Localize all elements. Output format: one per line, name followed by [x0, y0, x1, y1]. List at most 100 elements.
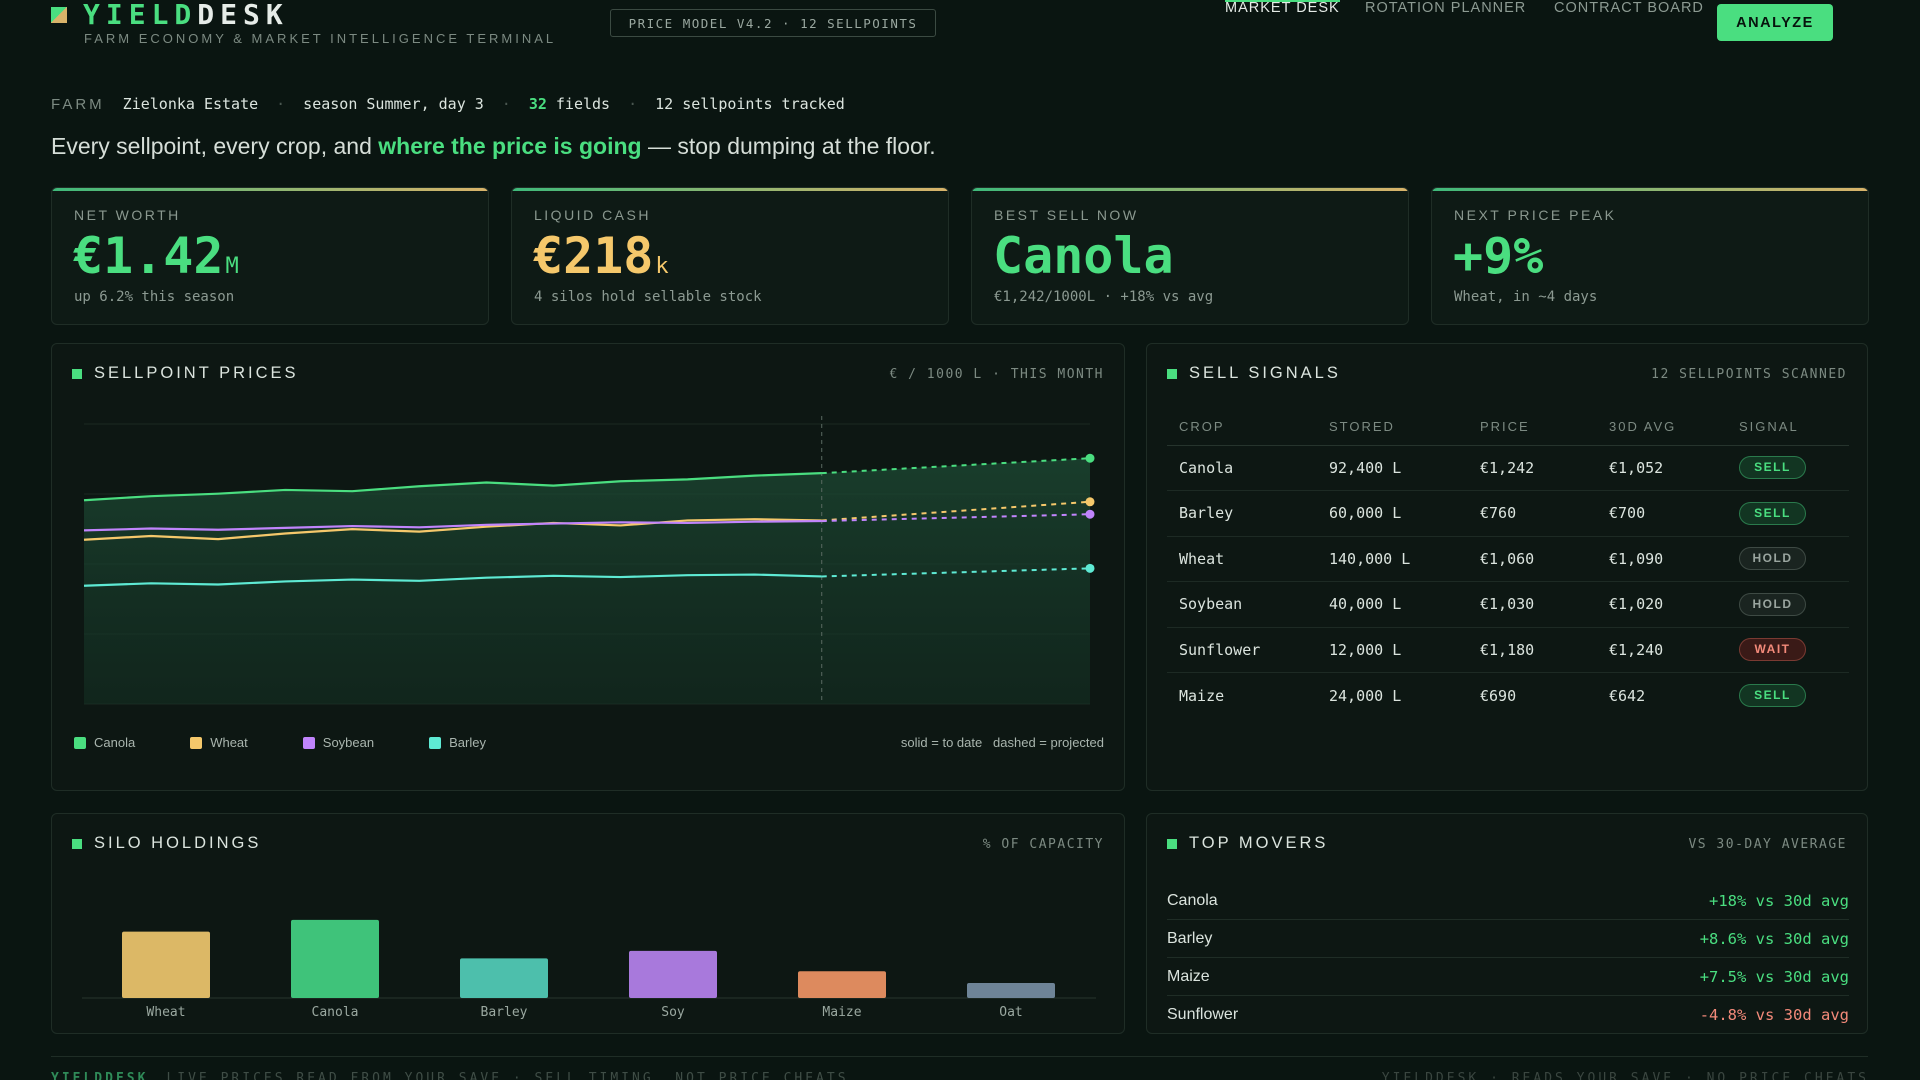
- cell-avg: €700: [1597, 490, 1727, 537]
- table-row[interactable]: Canola 92,400 L €1,242 €1,052 SELL: [1167, 445, 1849, 491]
- cell-price: €1,242: [1468, 445, 1597, 491]
- silo-bar-label: Oat: [999, 1005, 1022, 1020]
- nav-contract-board[interactable]: CONTRACT BOARD: [1554, 0, 1704, 16]
- panel-meta: € / 1000 L · THIS MONTH: [889, 367, 1104, 382]
- legend-item-barley[interactable]: Barley: [429, 735, 486, 750]
- stat-value: €218k: [533, 226, 669, 297]
- list-item[interactable]: Barley +8.6% vs 30d avg: [1167, 920, 1849, 958]
- col-header-avg[interactable]: 30D AVG: [1597, 409, 1727, 446]
- projected-point-soybean: [1085, 509, 1095, 519]
- silo-holdings-panel: Wheat Canola Barley Soy Maize Oat SILO HOLDIN…: [51, 813, 1125, 1034]
- table-row[interactable]: Maize 24,000 L €690 €642 SELL: [1167, 673, 1849, 719]
- price-line-chart[interactable]: [52, 344, 1126, 792]
- panel-title: SILO HOLDINGS: [72, 834, 261, 853]
- panel-marker-icon: [72, 368, 82, 379]
- cell-signal: SELL: [1727, 673, 1849, 719]
- cell-crop: Canola: [1167, 445, 1317, 491]
- stat-card-next-peak: NEXT PRICE PEAK +9% Wheat, in ~4 days: [1431, 187, 1869, 325]
- cell-avg: €1,240: [1597, 627, 1727, 673]
- projected-point-barley: [1085, 563, 1095, 573]
- legend-item-wheat[interactable]: Wheat: [190, 735, 248, 750]
- cell-price: €760: [1468, 490, 1597, 537]
- mover-change: +18% vs 30d avg: [1709, 891, 1849, 910]
- legend-swatch: [302, 736, 315, 749]
- farm-name: Zielonka Estate: [122, 95, 259, 113]
- cell-crop: Soybean: [1167, 581, 1317, 628]
- cell-avg: €642: [1609, 686, 1646, 705]
- farm-label: FARM: [51, 95, 105, 113]
- table-row[interactable]: Soybean 40,000 L €1,030 €1,020 HOLD: [1167, 581, 1849, 628]
- footer-brand: YIELDDESK: [51, 1071, 149, 1080]
- signal-badge-hold: HOLD: [1739, 547, 1806, 571]
- stat-sub: €1,242/1000L · +18% vs avg: [994, 289, 1214, 305]
- nav-market-desk[interactable]: MARKET DESK: [1225, 0, 1340, 16]
- silo-bar-barley: [460, 958, 548, 998]
- stat-value: +9%: [1453, 226, 1543, 286]
- separator-dot: ·: [276, 95, 286, 113]
- silo-bar-label: Barley: [481, 1005, 528, 1020]
- silo-bar-label: Wheat: [146, 1005, 185, 1020]
- col-header-price[interactable]: PRICE: [1468, 409, 1597, 446]
- table-row[interactable]: Barley 60,000 L €760 €700 SELL: [1167, 490, 1849, 537]
- cell-avg: €1,090: [1597, 536, 1727, 582]
- cell-avg: €1,020: [1597, 581, 1727, 628]
- panel-marker-icon: [1167, 368, 1177, 379]
- cell-signal: SELL: [1727, 490, 1849, 537]
- legend-note: solid = to date dashed = projected: [900, 735, 1104, 750]
- stat-label: BEST SELL NOW: [994, 207, 1139, 223]
- table-header-row: CROP STORED PRICE 30D AVG SIGNAL: [1167, 409, 1849, 446]
- silo-bar-label: Maize: [822, 1005, 861, 1020]
- footer-text: LIVE PRICES READ FROM YOUR SAVE · SELL T…: [166, 1071, 849, 1080]
- col-header-signal[interactable]: SIGNAL: [1727, 409, 1849, 446]
- cell-price: €1,030: [1468, 581, 1597, 628]
- tagline-pre: Every sellpoint, every crop, and: [51, 133, 379, 159]
- table-row[interactable]: Sunflower 12,000 L €1,180 €1,240 WAIT: [1167, 627, 1849, 673]
- cell-stored: 140,000 L: [1317, 536, 1468, 582]
- col-header-crop[interactable]: CROP: [1167, 409, 1317, 446]
- stat-card-net-worth: NET WORTH €1.42M up 6.2% this season: [51, 187, 489, 325]
- mover-name: Barley: [1167, 929, 1213, 947]
- stat-label: NET WORTH: [74, 207, 181, 223]
- col-header-stored[interactable]: STORED: [1317, 409, 1468, 446]
- stat-value: Canola: [993, 226, 1174, 286]
- silo-bar-soy: [629, 950, 717, 998]
- legend-swatch: [74, 736, 86, 749]
- table-row[interactable]: Wheat 140,000 L €1,060 €1,090 HOLD: [1167, 536, 1849, 582]
- cell-price: €1,060: [1468, 536, 1597, 582]
- tagline: Every sellpoint, every crop, and where t…: [51, 133, 936, 160]
- footer-right: YIELDDESK · READS YOUR SAVE · NO PRICE C…: [1381, 1071, 1869, 1080]
- nav-rotation-planner[interactable]: ROTATION PLANNER: [1365, 0, 1526, 16]
- stat-value-unit: k: [655, 254, 669, 279]
- legend-item-soybean[interactable]: Soybean: [302, 735, 374, 750]
- list-item[interactable]: Maize +7.5% vs 30d avg: [1167, 958, 1849, 996]
- chart-area-fill: [84, 458, 1090, 704]
- cell-stored: 92,400 L: [1317, 445, 1468, 491]
- mover-change: -4.8% vs 30d avg: [1699, 1005, 1849, 1024]
- panel-title-text: SELLPOINT PRICES: [94, 364, 299, 382]
- sell-signals-table: CROP STORED PRICE 30D AVG SIGNAL Canola …: [1167, 409, 1849, 718]
- stat-value: €1.42M: [73, 226, 239, 297]
- stat-value-number: €1.42: [73, 227, 224, 285]
- tagline-accent: where the price is going: [378, 133, 642, 159]
- silo-bar-wheat: [122, 931, 210, 998]
- brand-logo[interactable]: YIELDDESK: [51, 0, 289, 31]
- list-item[interactable]: Canola +18% vs 30d avg: [1167, 882, 1849, 920]
- cell-signal: HOLD: [1727, 581, 1849, 628]
- mover-change: +7.5% vs 30d avg: [1699, 967, 1849, 986]
- analyze-button[interactable]: ANALYZE: [1717, 4, 1833, 41]
- list-item[interactable]: Sunflower -4.8% vs 30d avg: [1167, 996, 1849, 1034]
- legend-label: Wheat: [210, 735, 248, 750]
- legend-item-canola[interactable]: Canola: [74, 735, 135, 750]
- stat-value-number: Canola: [993, 227, 1174, 285]
- panel-marker-icon: [1167, 838, 1177, 849]
- projected-point-wheat: [1085, 497, 1095, 507]
- panel-title: TOP MOVERS: [1167, 834, 1328, 853]
- cell-signal: SELL: [1727, 445, 1849, 491]
- silo-bar-label: Soy: [661, 1005, 685, 1020]
- panel-title-text: TOP MOVERS: [1189, 834, 1329, 852]
- chart-legend: Canola Wheat Soybean Barley: [74, 735, 541, 750]
- brand-mark-icon: [51, 6, 67, 23]
- stat-value-unit: M: [225, 254, 239, 279]
- cell-crop: Sunflower: [1167, 627, 1317, 673]
- panel-meta: 12 SELLPOINTS SCANNED: [1651, 367, 1847, 382]
